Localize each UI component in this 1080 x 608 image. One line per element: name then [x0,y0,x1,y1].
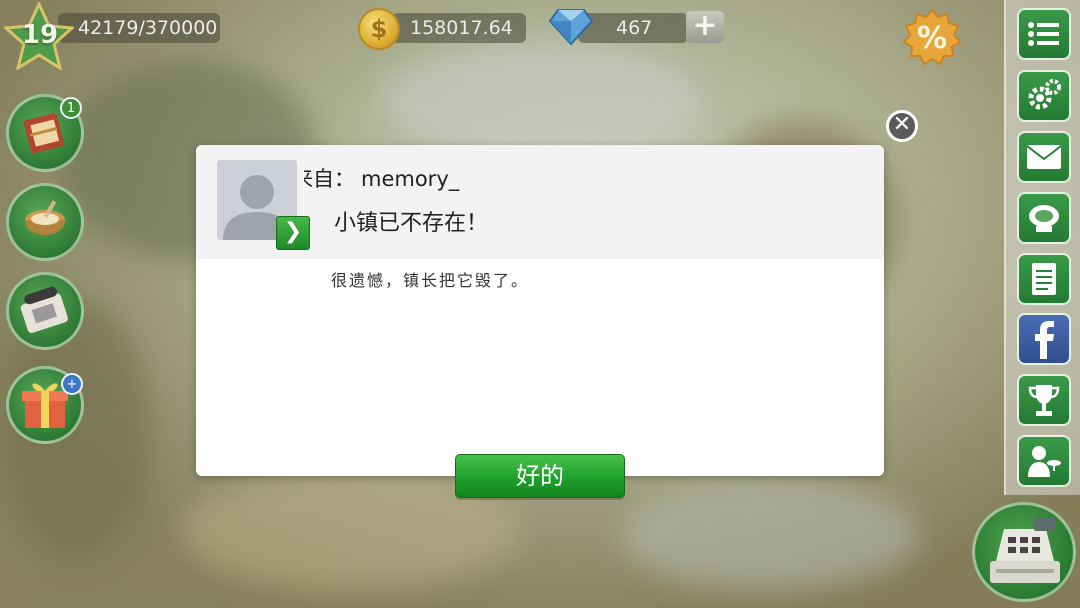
sender-prefix: 来自： [304,167,355,191]
ok-button[interactable]: 好的 [455,454,625,498]
settings-button[interactable] [1017,70,1071,122]
sender-line: 来自：memory_ [304,163,604,193]
add-gems-button[interactable]: + [686,11,724,43]
phone-button[interactable] [6,272,84,350]
flour-bowl-icon [25,200,65,235]
xp-value: 42179/370000 [78,17,218,39]
waiter-icon [1028,446,1061,477]
food-menu-button[interactable] [1017,192,1071,244]
notepad-icon [1032,263,1056,295]
gift-badge: + [61,373,83,395]
coin-value: 158017.64 [410,17,513,39]
gear-icon [1028,79,1061,110]
close-icon[interactable]: ✕ [886,110,918,142]
sale-label: % [917,21,947,56]
trophy-icon [1028,385,1060,416]
cash-register-button[interactable] [972,502,1076,602]
level-number: 19 [21,20,59,50]
dialog-message: 很遗憾，镇长把它毁了。 [331,271,530,290]
xp-bar: 42179/370000 [58,13,220,43]
coin-counter: 158017.64 [392,13,526,43]
coin-icon: $ [358,8,400,50]
list-icon [1028,22,1059,46]
diamond-icon [548,9,594,46]
sale-badge-icon[interactable]: % [902,8,962,68]
menu-list-button[interactable] [1017,8,1071,60]
message-dialog: ❯ 来自：memory_ 小镇已不存在！ 很遗憾，镇长把它毁了。 [196,145,884,476]
gem-counter: 467 [578,13,688,43]
dialog-title: 小镇已不存在！ [334,211,489,236]
game-screen: 42179/370000 19 158017.64 $ 467 + % 1 + … [0,0,1080,608]
staff-button[interactable] [1017,435,1071,487]
facebook-icon [1035,321,1054,359]
envelope-icon [1026,145,1062,169]
orders-button[interactable] [1017,253,1071,305]
visit-town-button[interactable]: ❯ [276,216,310,250]
facebook-button[interactable] [1017,313,1071,365]
gem-value: 467 [616,17,653,39]
mail-button[interactable] [1017,131,1071,183]
telephone-icon [20,286,68,333]
cooking-button[interactable] [6,183,84,261]
journal-badge: 1 [60,97,82,119]
sender-name: memory_ [361,167,460,191]
cash-register-icon [990,517,1060,583]
food-plate-icon [1029,205,1059,232]
achievements-button[interactable] [1017,374,1071,426]
book-icon [23,113,64,154]
